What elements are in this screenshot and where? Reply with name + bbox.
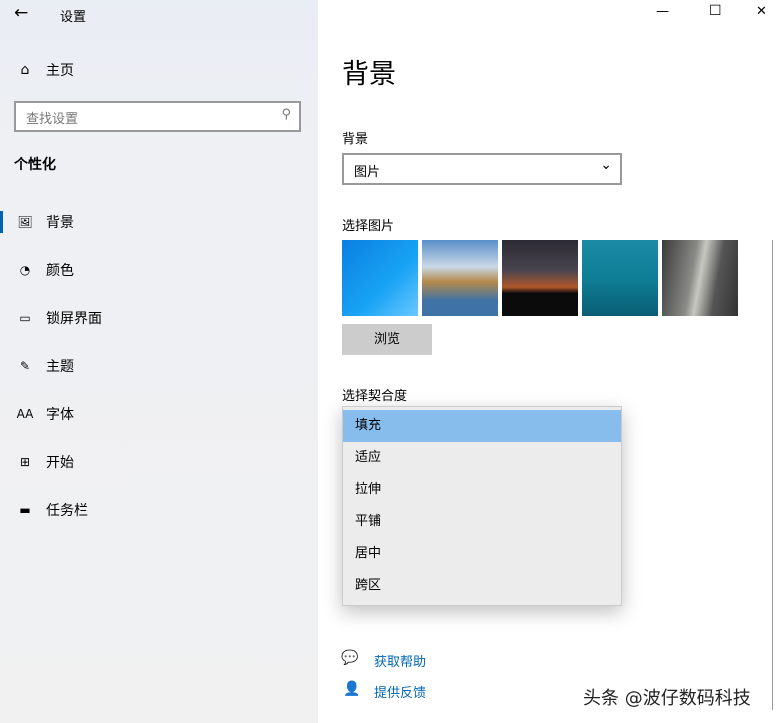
picture-thumbnail-5[interactable] [662, 240, 738, 316]
sidebar-item-6[interactable]: ▬ 任务栏 [0, 490, 318, 530]
sidebar-item-home[interactable]: ⌂ 主页 [0, 50, 318, 90]
feedback-icon: 👤 [343, 681, 361, 697]
image-icon: 🖼 [17, 215, 33, 229]
section-heading: 个性化 [14, 157, 56, 173]
fit-option[interactable]: 平铺 [343, 506, 621, 538]
palette-icon: ◔ [19, 263, 31, 277]
maximize-button[interactable]: ☐ [709, 3, 722, 19]
page-title: 背景 [342, 59, 396, 90]
start-icon: ⊞ [19, 455, 31, 469]
fit-option[interactable]: 跨区 [343, 570, 621, 602]
font-icon: AA [16, 407, 34, 421]
fit-option[interactable]: 填充 [343, 410, 621, 442]
sidebar: ← 设置 ⌂ 主页 查找设置 ⚲ 个性化 🖼 背景 ◔ 颜色 ▭ 锁屏界面 ✎ 主题 AA 字体 ⊞… [0, 0, 318, 723]
sidebar-item-4[interactable]: AA 字体 [0, 394, 318, 434]
sidebar-item-label: 开始 [46, 455, 74, 471]
sidebar-item-label: 主题 [46, 359, 74, 375]
watermark: 头条 @波仔数码科技 [583, 688, 751, 709]
fit-option[interactable]: 拉伸 [343, 474, 621, 506]
browse-button[interactable]: 浏览 [342, 324, 432, 355]
sidebar-item-0[interactable]: 🖼 背景 [0, 202, 318, 242]
sidebar-item-label: 颜色 [46, 263, 74, 279]
search-icon: ⚲ [281, 107, 291, 122]
back-button[interactable]: ← [14, 3, 28, 23]
sidebar-item-label: 背景 [46, 215, 74, 231]
feedback-link[interactable]: 提供反馈 [374, 682, 426, 701]
help-icon: 💬 [341, 650, 359, 666]
search-placeholder: 查找设置 [26, 112, 79, 127]
taskbar-icon: ▬ [19, 503, 31, 517]
picture-thumbnail-2[interactable] [422, 240, 498, 316]
sidebar-item-5[interactable]: ⊞ 开始 [0, 442, 318, 482]
home-icon: ⌂ [20, 62, 30, 78]
sidebar-item-2[interactable]: ▭ 锁屏界面 [0, 298, 318, 338]
sidebar-item-label: 锁屏界面 [46, 311, 102, 327]
choose-picture-label: 选择图片 [342, 219, 395, 234]
sidebar-item-label: 任务栏 [46, 503, 88, 519]
picture-thumbnail-1[interactable] [342, 240, 418, 316]
fit-label: 选择契合度 [342, 389, 408, 404]
background-value: 图片 [354, 165, 381, 180]
search-input[interactable]: 查找设置 ⚲ [14, 101, 301, 132]
close-button[interactable]: ✕ [756, 4, 767, 19]
get-help-link[interactable]: 获取帮助 [374, 651, 426, 670]
background-label: 背景 [342, 132, 369, 147]
theme-icon: ✎ [19, 359, 31, 373]
fit-dropdown-menu: 填充 适应 拉伸 平铺 居中 跨区 [342, 406, 622, 606]
minimize-button[interactable]: — [656, 4, 669, 19]
sidebar-item-label: 字体 [46, 407, 74, 423]
background-dropdown[interactable]: 图片 ⌄ [342, 153, 622, 185]
picture-thumbnail-4[interactable] [582, 240, 658, 316]
home-label: 主页 [46, 63, 74, 79]
sidebar-item-3[interactable]: ✎ 主题 [0, 346, 318, 386]
picture-thumbnail-3[interactable] [502, 240, 578, 316]
fit-option[interactable]: 居中 [343, 538, 621, 570]
lockscreen-icon: ▭ [19, 311, 31, 325]
window-title: 设置 [60, 10, 87, 25]
sidebar-item-1[interactable]: ◔ 颜色 [0, 250, 318, 290]
fit-option[interactable]: 适应 [343, 442, 621, 474]
chevron-down-icon: ⌄ [600, 157, 612, 173]
scrollbar[interactable] [772, 240, 773, 710]
